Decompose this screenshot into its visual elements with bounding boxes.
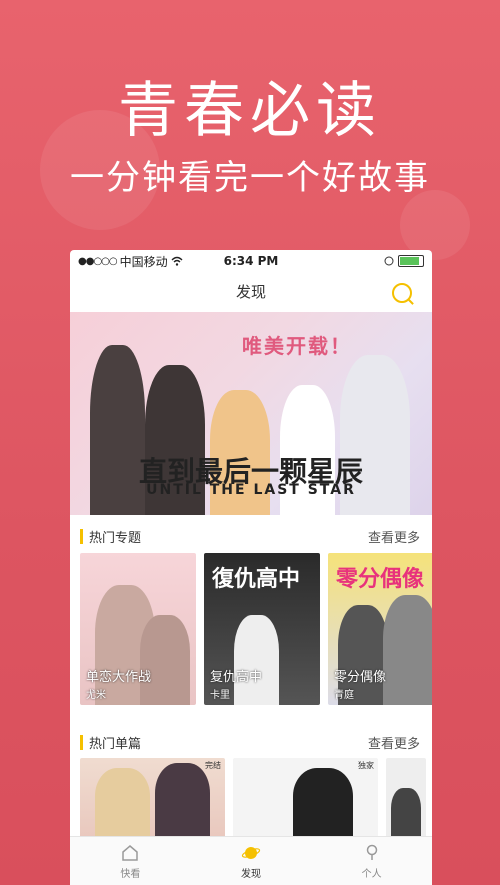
complete-badge: 完结 (205, 761, 221, 770)
more-link[interactable]: 查看更多 (368, 733, 420, 752)
tab-label: 发现 (241, 868, 261, 880)
search-icon[interactable] (392, 283, 412, 303)
tab-bar: 快看 发现 个人 (70, 836, 432, 885)
card-author: 青庭 (334, 690, 354, 701)
home-icon (122, 844, 139, 861)
page-title: 发现 (235, 283, 266, 301)
card-title: 单恋大作战 (86, 670, 152, 685)
phone-screen: ●●○○○ 中国移动 6:34 PM 发现 唯美开载！ 直到最后一颗星辰 UNT… (70, 250, 432, 885)
single-cards: 完结 独家 (80, 758, 432, 838)
section-title: 热门单篇 (89, 736, 142, 752)
card-cover-text: 零分偶像 (336, 567, 425, 592)
character-figure (391, 788, 421, 838)
battery-icon (398, 255, 424, 267)
status-bar: ●●○○○ 中国移动 6:34 PM (70, 250, 432, 272)
single-card[interactable] (386, 758, 426, 838)
nav-bar: 发现 (70, 272, 432, 312)
tab-home[interactable]: 快看 (70, 837, 191, 885)
single-card[interactable]: 完结 (80, 758, 225, 838)
character-figure (155, 763, 210, 838)
topic-cards: 单恋大作战 尤米 復仇高中 复仇高中 卡里 零分偶像 零分偶像 青庭 (80, 553, 432, 705)
character-figure (293, 768, 353, 838)
person-icon (366, 844, 377, 860)
card-title: 零分偶像 (334, 670, 387, 685)
character-figure (383, 595, 432, 705)
exclusive-badge: 独家 (358, 761, 374, 770)
hero-title: 青春必读 (118, 76, 382, 146)
tab-label: 快看 (120, 868, 141, 880)
character-figure (95, 768, 150, 838)
section-header-singles: 热门单篇 查看更多 (70, 728, 432, 756)
card-author: 卡里 (210, 690, 230, 701)
status-time: 6:34 PM (223, 254, 279, 268)
orientation-lock-icon (384, 256, 394, 266)
more-link[interactable]: 查看更多 (368, 527, 420, 546)
card-author: 尤米 (86, 690, 106, 701)
banner-tag: 唯美开载！ (242, 334, 352, 358)
single-card[interactable]: 独家 (233, 758, 378, 838)
planet-icon (241, 846, 261, 859)
tab-discover[interactable]: 发现 (191, 837, 312, 885)
section-header-topics: 热门专题 查看更多 (70, 522, 432, 550)
character-figure (234, 615, 279, 705)
featured-banner[interactable]: 唯美开载！ 直到最后一颗星辰 UNTIL THE LAST STAR (70, 312, 432, 515)
topic-card[interactable]: 零分偶像 零分偶像 青庭 (328, 553, 432, 705)
topic-card[interactable]: 单恋大作战 尤米 (80, 553, 196, 705)
card-title: 复仇高中 (210, 670, 263, 685)
banner-subtitle: UNTIL THE LAST STAR (146, 482, 356, 498)
card-cover-text: 復仇高中 (212, 567, 301, 592)
topic-card[interactable]: 復仇高中 复仇高中 卡里 (204, 553, 320, 705)
section-title: 热门专题 (89, 530, 142, 546)
tab-label: 个人 (361, 868, 382, 880)
hero-subtitle: 一分钟看完一个好故事 (70, 158, 430, 198)
character-figure (140, 615, 190, 705)
tab-profile[interactable]: 个人 (311, 837, 432, 885)
